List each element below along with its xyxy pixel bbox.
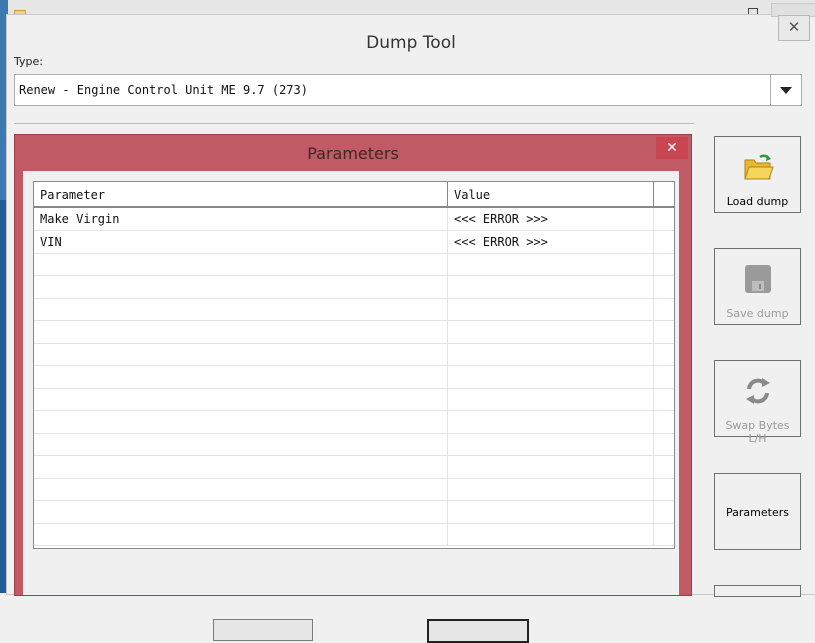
table-row-empty[interactable]: [34, 388, 674, 411]
parameter-cell: [34, 253, 448, 275]
value-cell: [448, 433, 654, 455]
parameter-cell: [34, 433, 448, 455]
table-row-empty[interactable]: [34, 478, 674, 501]
save-dump-label: Save dump: [726, 307, 789, 320]
window-title: Dump Tool: [366, 33, 456, 53]
parameter-cell: [34, 320, 448, 343]
parameter-cell: [34, 388, 448, 410]
table-row-empty[interactable]: [34, 275, 674, 299]
value-cell: [448, 410, 654, 433]
parameter-cell: [34, 343, 448, 365]
table-row-empty[interactable]: [34, 433, 674, 456]
swap-bytes-label: Swap Bytes L/H: [725, 419, 790, 445]
value-cell: [448, 478, 654, 500]
parameters-button[interactable]: Parameters: [714, 473, 801, 550]
value-cell: [448, 275, 654, 298]
parameter-cell: [34, 500, 448, 523]
parameter-cell: Make Virgin: [34, 208, 448, 230]
load-dump-label: Load dump: [726, 195, 789, 208]
table-row-empty[interactable]: [34, 298, 674, 321]
parameters-close-button[interactable]: ✕: [656, 137, 688, 159]
parameter-cell: [34, 478, 448, 500]
column-header-value[interactable]: Value: [448, 182, 654, 206]
table-row-empty[interactable]: [34, 253, 674, 276]
parameter-cell: [34, 410, 448, 433]
table-row[interactable]: Make Virgin <<< ERROR >>>: [34, 208, 674, 231]
table-row-empty[interactable]: [34, 343, 674, 366]
parameter-cell: [34, 275, 448, 298]
dump-tool-window: Dump Tool ✕ Type: Renew - Engine Control…: [6, 3, 815, 643]
swap-arrows-icon: [746, 378, 770, 404]
parameter-cell: [34, 365, 448, 388]
type-dropdown[interactable]: Renew - Engine Control Unit ME 9.7 (273): [14, 74, 802, 106]
background-window-strip: [0, 0, 815, 14]
value-cell: <<< ERROR >>>: [448, 208, 654, 230]
table-row[interactable]: VIN <<< ERROR >>>: [34, 230, 674, 254]
value-cell: [448, 365, 654, 388]
value-cell: [448, 500, 654, 523]
table-row-empty[interactable]: [34, 365, 674, 389]
save-dump-button[interactable]: Save dump: [714, 248, 801, 325]
table-row-empty[interactable]: [34, 523, 674, 546]
value-cell: [448, 455, 654, 478]
value-cell: [448, 298, 654, 320]
table-row-empty[interactable]: [34, 410, 674, 434]
parameters-grid[interactable]: Parameter Value Make Virgin <<< ERROR >>>…: [33, 181, 675, 549]
chevron-down-icon[interactable]: [770, 75, 801, 105]
type-selected-value: Renew - Engine Control Unit ME 9.7 (273): [19, 83, 308, 97]
load-dump-button[interactable]: Load dump: [714, 136, 801, 213]
save-disk-icon: [745, 265, 771, 293]
value-cell: [448, 388, 654, 410]
value-cell: [448, 343, 654, 365]
value-cell: <<< ERROR >>>: [448, 230, 654, 253]
parameters-dialog-body: Parameter Value Make Virgin <<< ERROR >>>…: [23, 171, 679, 643]
value-cell: [448, 320, 654, 343]
parameter-cell: VIN: [34, 230, 448, 253]
table-row-empty[interactable]: [34, 500, 674, 524]
parameter-cell: [34, 455, 448, 478]
column-header-filler: [654, 182, 674, 206]
cancel-button[interactable]: [427, 619, 529, 643]
value-cell: [448, 523, 654, 545]
table-row-empty[interactable]: [34, 320, 674, 344]
folder-open-icon: [744, 154, 774, 180]
value-cell: [448, 253, 654, 275]
parameters-button-label: Parameters: [726, 506, 789, 519]
swap-bytes-button[interactable]: Swap Bytes L/H: [714, 360, 801, 445]
next-side-button[interactable]: [714, 585, 801, 597]
separator: [14, 123, 694, 124]
column-header-parameter[interactable]: Parameter: [34, 182, 448, 206]
parameter-cell: [34, 523, 448, 545]
grid-header: Parameter Value: [34, 182, 674, 208]
window-close-button[interactable]: ✕: [778, 15, 810, 41]
type-label: Type:: [14, 55, 43, 68]
table-row-empty[interactable]: [34, 455, 674, 479]
parameter-cell: [34, 298, 448, 320]
parameters-dialog: Parameters ✕ Parameter Value Make Virgin…: [14, 134, 692, 643]
ok-button[interactable]: [213, 619, 313, 641]
parameters-dialog-title: Parameters: [307, 144, 399, 163]
